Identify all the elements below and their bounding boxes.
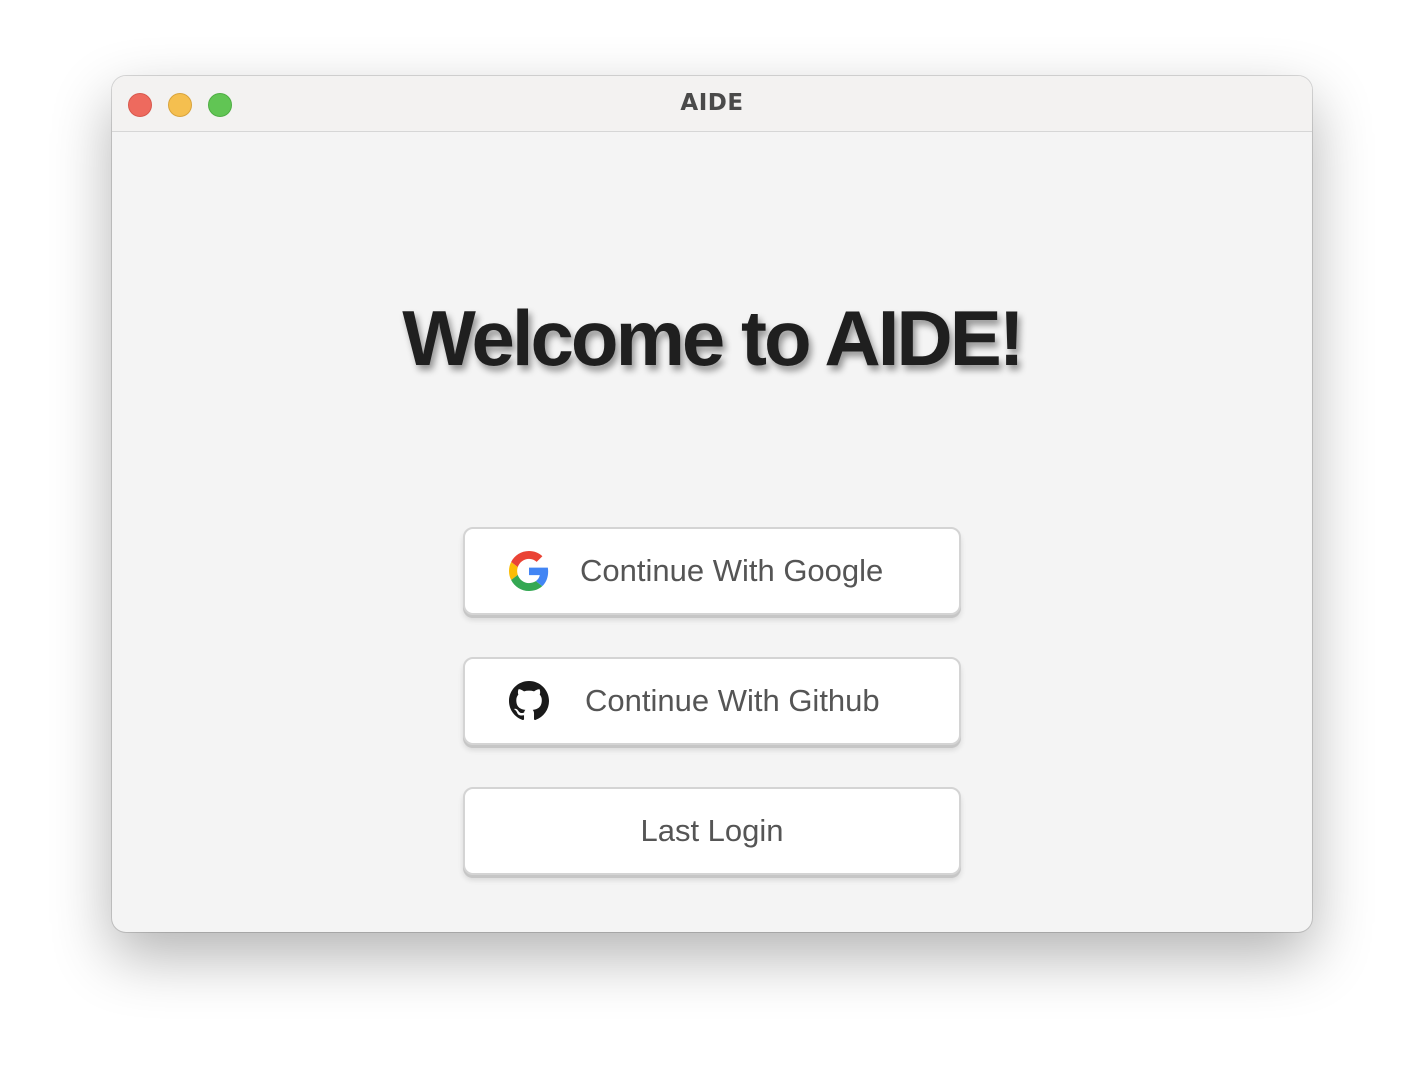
login-content: Welcome to AIDE! Continue With Google Co… [112,132,1312,932]
github-button-label: Continue With Github [585,683,880,718]
app-window: AIDE Welcome to AIDE! Continue With Goog… [112,76,1312,932]
github-icon [509,681,549,721]
google-icon [509,551,549,591]
window-title: AIDE [680,90,744,116]
continue-with-google-button[interactable]: Continue With Google [463,527,961,615]
continue-with-github-button[interactable]: Continue With Github [463,657,961,745]
last-login-button-label: Last Login [640,813,784,848]
last-login-button[interactable]: Last Login [463,787,961,875]
google-button-label: Continue With Google [580,553,884,588]
title-bar[interactable]: AIDE [112,76,1312,132]
welcome-heading: Welcome to AIDE! [402,294,1024,382]
